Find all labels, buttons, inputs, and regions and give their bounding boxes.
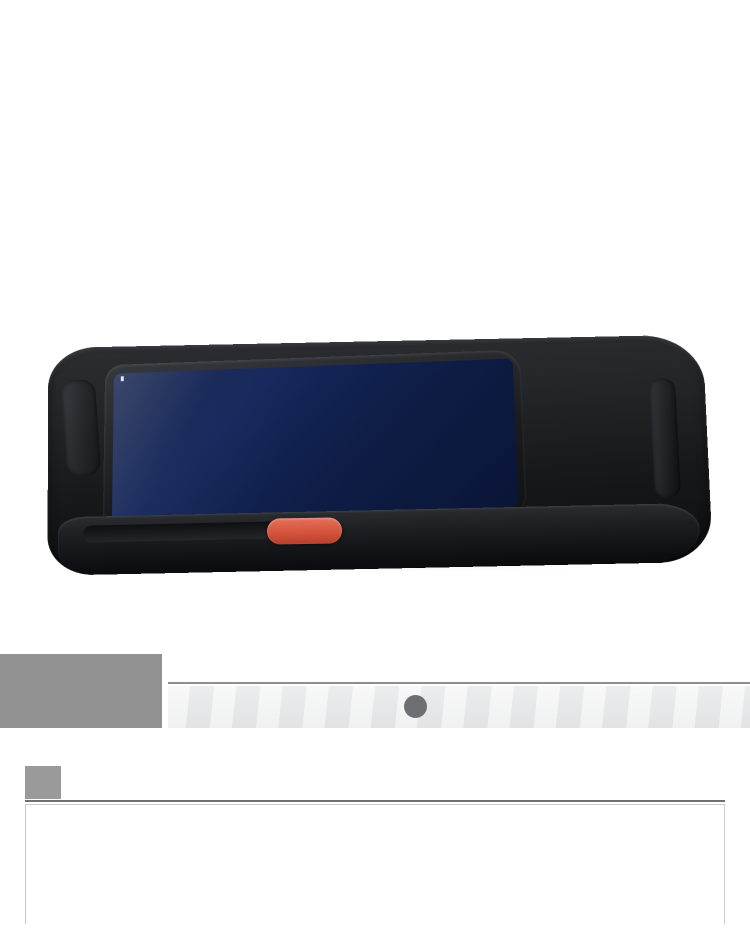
product-photo xyxy=(0,332,750,632)
structural-spec-box xyxy=(25,804,725,924)
v-badge-icon xyxy=(404,695,427,718)
android-app-grid xyxy=(116,359,515,523)
structural-heading-row xyxy=(25,766,725,804)
structural-heading-rule xyxy=(25,800,725,802)
banner-divider xyxy=(168,682,750,684)
parameter-banner xyxy=(0,654,750,728)
product-parameter-strip xyxy=(168,686,750,728)
structural-parameter-section xyxy=(0,766,750,924)
device-screen xyxy=(111,358,519,523)
structural-heading xyxy=(25,766,61,799)
scan-trigger-button xyxy=(266,517,343,545)
parameter-tab xyxy=(0,654,162,728)
device-screen-bezel xyxy=(102,349,528,533)
